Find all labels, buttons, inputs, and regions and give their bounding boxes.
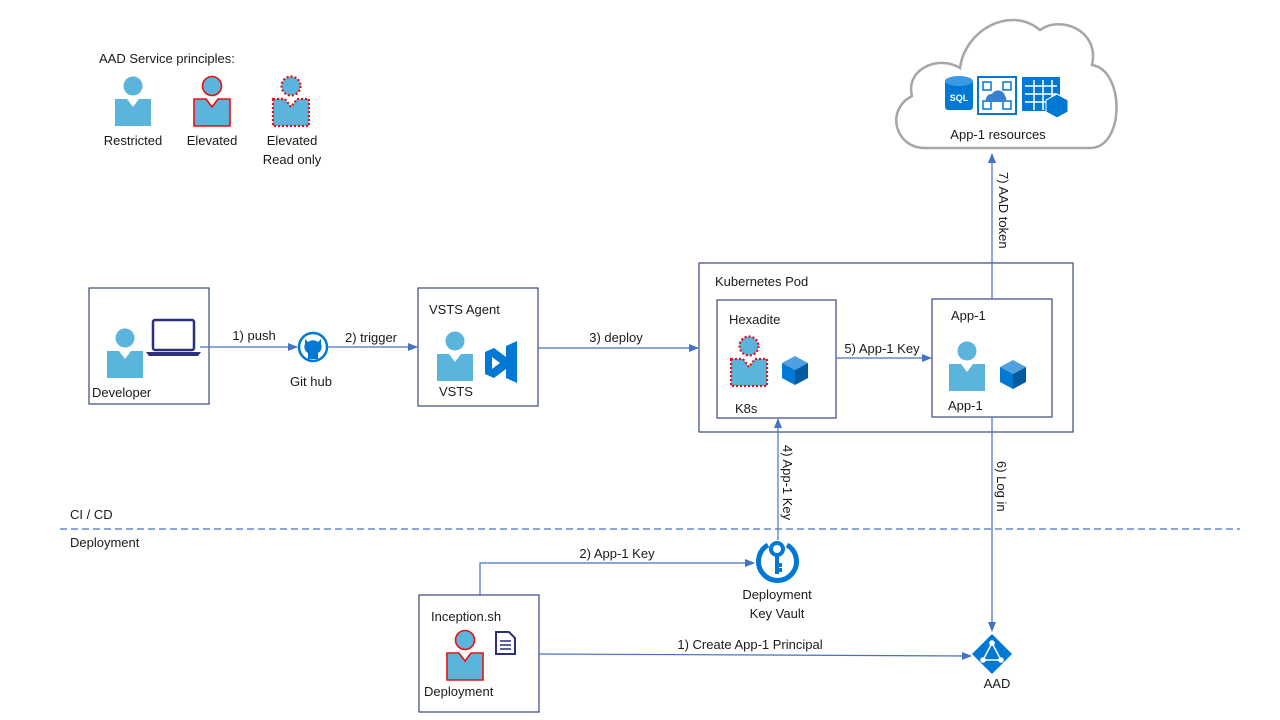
hexadite-title: Hexadite (729, 312, 780, 327)
script-document-icon (495, 631, 516, 655)
kubernetes-pod-title: Kubernetes Pod (715, 274, 808, 289)
legend-label-elevated-readonly-1: Elevated (267, 133, 318, 148)
key-vault-label-1: Deployment (742, 587, 812, 602)
key-vault-label-2: Key Vault (750, 606, 805, 621)
aad-icon (972, 634, 1012, 674)
vsts-agent-title: VSTS Agent (429, 302, 500, 317)
inception-label: Deployment (424, 684, 494, 699)
edge-trigger-label: 2) trigger (345, 330, 398, 345)
cloud-label: App-1 resources (950, 127, 1046, 142)
edge-app1-key-pod-label: 5) App-1 Key (844, 341, 920, 356)
hexadite-label: K8s (735, 401, 758, 416)
edge-app1-key-vault-to-hexadite-label: 4) App-1 Key (780, 445, 795, 521)
laptop-icon (146, 318, 201, 356)
vsts-label: VSTS (439, 384, 473, 399)
developer-label: Developer (92, 385, 152, 400)
cloud-app1-resources: SQL App-1 resources (895, 18, 1118, 150)
edge-create-principal-label: 1) Create App-1 Principal (677, 637, 822, 652)
edge-app1-key-to-vault-label: 2) App-1 Key (579, 546, 655, 561)
person-elevated-icon (193, 75, 231, 127)
github-label: Git hub (290, 374, 332, 389)
legend-label-restricted: Restricted (104, 133, 163, 148)
svg-text:SQL: SQL (950, 93, 969, 103)
person-restricted-icon (115, 76, 151, 126)
legend-label-elevated: Elevated (187, 133, 238, 148)
app1-label: App-1 (948, 398, 983, 413)
edge-log-in-label: 6) Log in (994, 461, 1009, 512)
edge-deploy-label: 3) deploy (589, 330, 643, 345)
edge-app1-key-to-vault (479, 559, 755, 595)
edge-aad-token-label: 7) AAD token (996, 172, 1011, 249)
app1-title: App-1 (951, 308, 986, 323)
person-elevated-readonly-icon (271, 75, 311, 128)
edge-push-label: 1) push (232, 328, 275, 343)
zone-label-cicd: CI / CD (70, 507, 113, 522)
legend-title: AAD Service principles: (99, 51, 235, 66)
architecture-diagram: AAD Service principles: Restricted Eleva… (60, 18, 1240, 713)
aad-label: AAD (984, 676, 1011, 691)
legend-label-elevated-readonly-2: Read only (263, 152, 322, 167)
sql-database-icon: SQL (945, 76, 973, 110)
github-icon (297, 331, 329, 363)
edge-create-principal (538, 651, 972, 660)
app-service-icon (977, 76, 1017, 115)
key-vault-icon (756, 541, 799, 583)
zone-label-deployment: Deployment (70, 535, 140, 550)
inception-title: Inception.sh (431, 609, 501, 624)
